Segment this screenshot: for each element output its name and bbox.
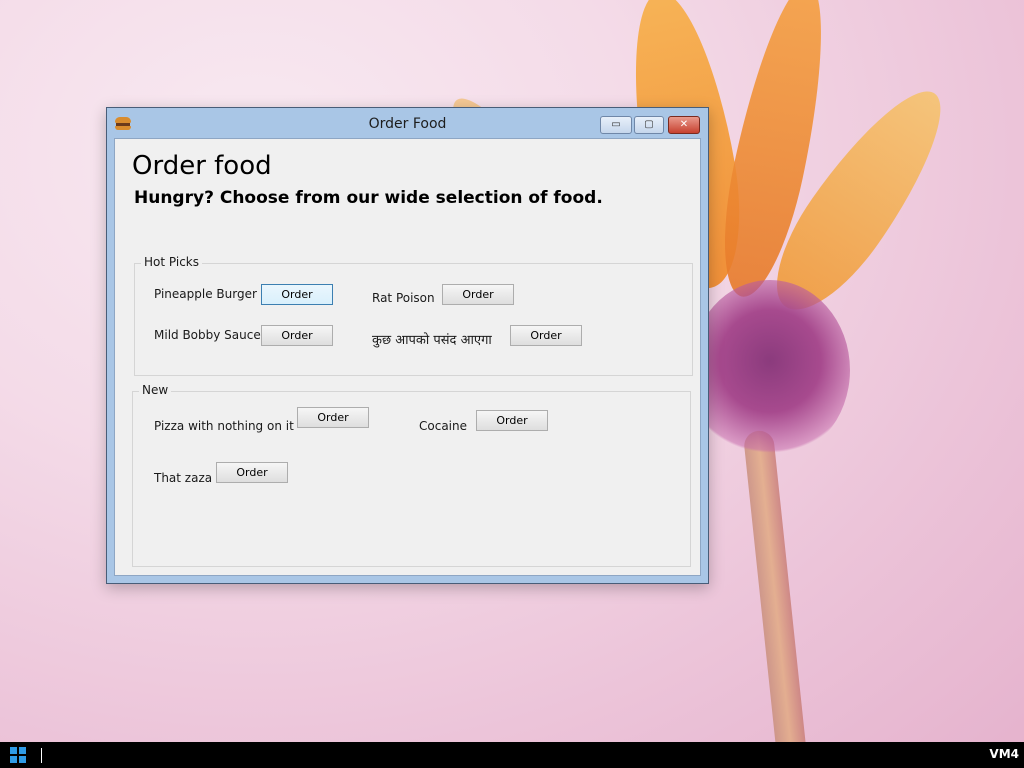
- minimize-icon: ▭: [611, 119, 621, 130]
- order-button-hindi[interactable]: Order: [510, 325, 582, 346]
- title-bar[interactable]: Order Food ▭ ▢ ✕: [107, 108, 708, 138]
- taskbar: VM4: [0, 742, 1024, 768]
- vm-label: VM4: [989, 747, 1019, 761]
- order-food-window: Order Food ▭ ▢ ✕ Order food Hungry? Choo…: [106, 107, 709, 584]
- order-button-pineapple-burger[interactable]: Order: [261, 284, 333, 305]
- flower-stem: [742, 429, 808, 761]
- new-group: New Pizza with nothing on it Order Cocai…: [132, 383, 691, 567]
- close-button[interactable]: ✕: [668, 116, 700, 134]
- item-label-rat-poison: Rat Poison: [372, 291, 435, 305]
- hot-picks-group: Hot Picks Pineapple Burger Order Rat Poi…: [134, 255, 693, 376]
- order-button-cocaine[interactable]: Order: [476, 410, 548, 431]
- order-button-rat-poison[interactable]: Order: [442, 284, 514, 305]
- order-button-pizza[interactable]: Order: [297, 407, 369, 428]
- item-label-pineapple-burger: Pineapple Burger: [154, 287, 257, 301]
- close-icon: ✕: [679, 119, 689, 130]
- flower-center: [690, 280, 850, 460]
- maximize-icon: ▢: [644, 119, 654, 130]
- order-button-that-zaza[interactable]: Order: [216, 462, 288, 483]
- text-cursor: [41, 748, 42, 763]
- maximize-button[interactable]: ▢: [634, 116, 664, 134]
- order-button-mild-bobby-sauce[interactable]: Order: [261, 325, 333, 346]
- page-title: Order food: [132, 151, 272, 181]
- page-subtitle: Hungry? Choose from our wide selection o…: [134, 188, 603, 208]
- minimize-button[interactable]: ▭: [600, 116, 632, 134]
- group-label-new: New: [139, 383, 172, 397]
- item-label-pizza: Pizza with nothing on it: [154, 419, 294, 433]
- item-label-cocaine: Cocaine: [419, 419, 467, 433]
- item-label-that-zaza: That zaza: [154, 471, 213, 485]
- window-client-area: Order food Hungry? Choose from our wide …: [114, 138, 701, 576]
- item-label-hindi: कुछ आपको पसंद आएगा: [372, 333, 492, 348]
- group-label-hot-picks: Hot Picks: [141, 255, 202, 269]
- item-label-mild-bobby-sauce: Mild Bobby Sauce: [154, 328, 261, 342]
- windows-start-icon[interactable]: [10, 747, 26, 763]
